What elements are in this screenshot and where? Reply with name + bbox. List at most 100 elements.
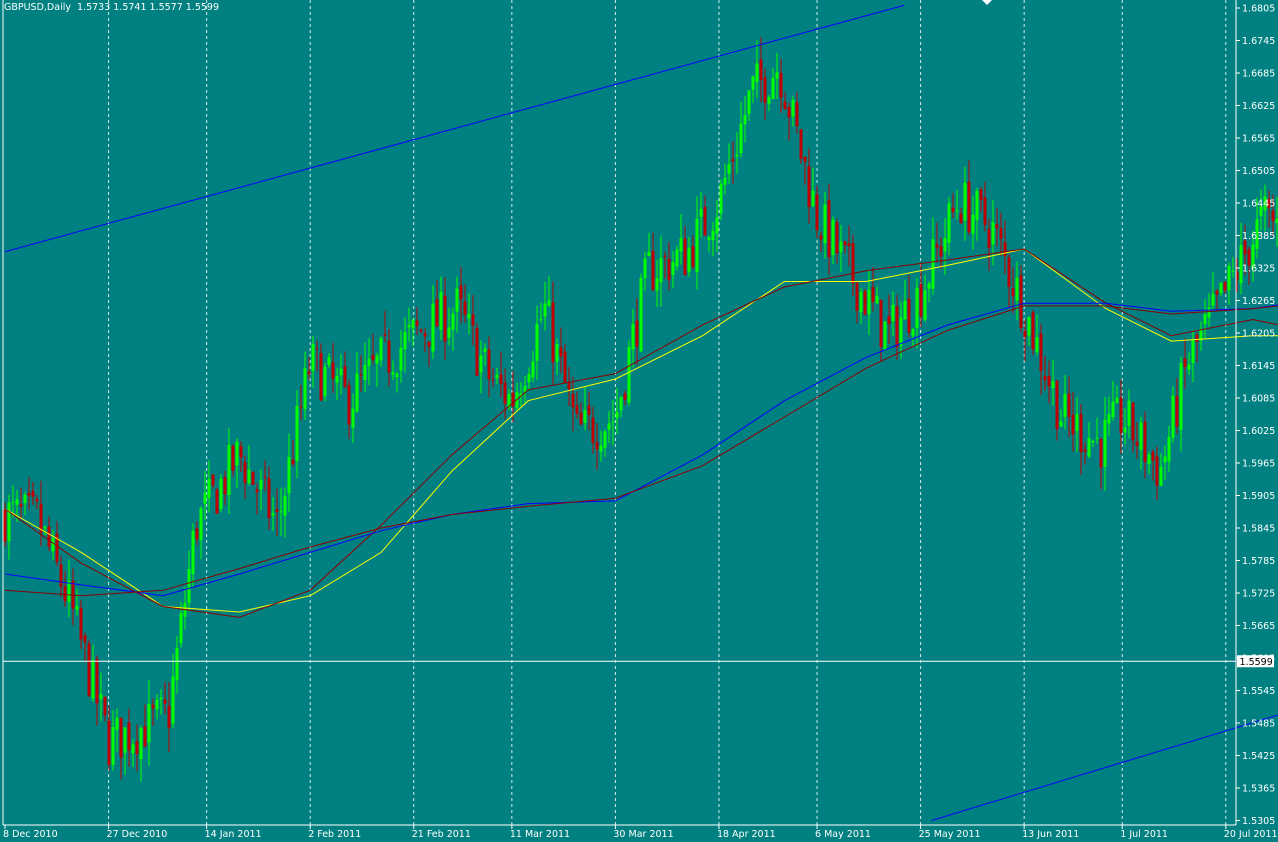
candle-7 xyxy=(31,482,35,505)
y-tick-label: 1.5845 xyxy=(1242,524,1275,535)
candle-259 xyxy=(1039,323,1043,396)
candle-body xyxy=(147,703,151,743)
candle-225 xyxy=(903,279,907,320)
y-tick-label: 1.5965 xyxy=(1242,459,1275,470)
candle-145 xyxy=(583,386,587,431)
time-axis[interactable]: 8 Dec 2010 27 Dec 2010 14 Jan 2011 2 Feb 20… xyxy=(3,825,1278,840)
candle-body xyxy=(927,283,931,289)
candle-33 xyxy=(135,724,139,772)
candle-240 xyxy=(963,166,967,241)
candle-15 xyxy=(63,571,67,607)
candle-87 xyxy=(351,393,355,443)
candle-body xyxy=(807,166,811,207)
candle-307 xyxy=(1231,257,1235,278)
top-marker-icon xyxy=(982,0,992,5)
y-tick-label: 1.6385 xyxy=(1242,231,1275,242)
candle-body xyxy=(319,353,323,401)
candle-227 xyxy=(911,328,915,347)
candle-186 xyxy=(747,90,751,122)
candle-body xyxy=(571,393,575,408)
candle-body xyxy=(535,324,539,361)
candle-22 xyxy=(91,644,95,702)
candle-body xyxy=(851,243,855,284)
candle-body xyxy=(1103,419,1107,467)
candle-70 xyxy=(283,487,287,538)
candle-body xyxy=(423,333,427,337)
candle-218 xyxy=(875,286,879,304)
price-axis[interactable]: 1.6805 1.6745 1.6685 1.6625 1.6565 1.6505 1.64… xyxy=(1236,4,1275,828)
candle-14 xyxy=(59,555,63,598)
candle-88 xyxy=(355,351,359,413)
candle-60 xyxy=(243,455,247,499)
candle-body xyxy=(987,229,991,248)
candle-body xyxy=(207,479,211,499)
candle-body xyxy=(1163,456,1167,463)
trendlines[interactable] xyxy=(4,4,1278,821)
candle-204 xyxy=(819,231,823,252)
candle-93 xyxy=(375,352,379,387)
candle-41 xyxy=(167,681,171,752)
candle-17 xyxy=(71,568,75,626)
candle-body xyxy=(747,90,751,114)
candle-body xyxy=(87,643,91,696)
price-chart[interactable]: 1.6805 1.6745 1.6685 1.6625 1.6565 1.6505 1.64… xyxy=(0,0,1278,842)
candle-82 xyxy=(331,342,335,394)
candle-164 xyxy=(659,235,663,307)
candle-body xyxy=(1175,396,1179,427)
candle-101 xyxy=(407,307,411,342)
candle-body xyxy=(971,214,975,234)
candle-body xyxy=(451,313,455,330)
candle-256 xyxy=(1027,316,1031,346)
candle-151 xyxy=(607,411,611,444)
candle-body xyxy=(871,287,875,302)
candle-body xyxy=(1171,395,1175,438)
candle-body xyxy=(447,327,451,338)
trendline-0[interactable] xyxy=(4,4,905,253)
candle-115 xyxy=(463,284,467,323)
candle-body xyxy=(1039,333,1043,372)
candle-18 xyxy=(75,588,79,616)
candle-234 xyxy=(939,237,943,270)
candle-224 xyxy=(899,301,903,359)
candle-body xyxy=(923,290,927,320)
candle-32 xyxy=(131,739,135,767)
candle-163 xyxy=(655,259,659,307)
candle-body xyxy=(115,717,119,730)
y-tick-label: 1.6325 xyxy=(1242,264,1275,275)
candle-body xyxy=(1015,277,1019,301)
candle-body xyxy=(435,299,439,327)
candle-274 xyxy=(1099,437,1103,490)
candle-body xyxy=(811,190,815,207)
candle-body xyxy=(755,63,759,82)
candle-6 xyxy=(27,477,31,510)
candle-226 xyxy=(907,275,911,338)
candle-body xyxy=(791,100,795,117)
candle-body xyxy=(1067,393,1071,417)
candle-265 xyxy=(1063,375,1067,430)
candle-body xyxy=(1223,281,1227,291)
candle-303 xyxy=(1215,288,1219,312)
candle-body xyxy=(1055,380,1059,429)
candle-body xyxy=(63,586,67,602)
candle-body xyxy=(855,282,859,311)
y-tick-label: 1.6445 xyxy=(1242,199,1275,210)
candle-body xyxy=(979,189,983,201)
candle-269 xyxy=(1079,404,1083,475)
candle-236 xyxy=(947,196,951,256)
x-tick-label: 21 Feb 2011 xyxy=(412,829,471,840)
candle-314 xyxy=(1259,189,1263,231)
candle-184 xyxy=(739,101,743,158)
candle-body xyxy=(259,479,263,490)
candle-139 xyxy=(559,327,563,373)
candle-body xyxy=(631,324,635,350)
candle-body xyxy=(767,96,771,104)
candle-body xyxy=(1151,451,1155,461)
candle-body xyxy=(823,204,827,244)
candle-95 xyxy=(383,310,387,343)
candle-59 xyxy=(239,440,243,473)
candle-195 xyxy=(783,91,787,110)
candle-body xyxy=(219,478,223,509)
chart-root[interactable]: GBPUSD,Daily 1.5733 1.5741 1.5577 1.5599 1.… xyxy=(0,0,1278,842)
y-tick-label: 1.5905 xyxy=(1242,491,1275,502)
candle-109 xyxy=(439,276,443,341)
